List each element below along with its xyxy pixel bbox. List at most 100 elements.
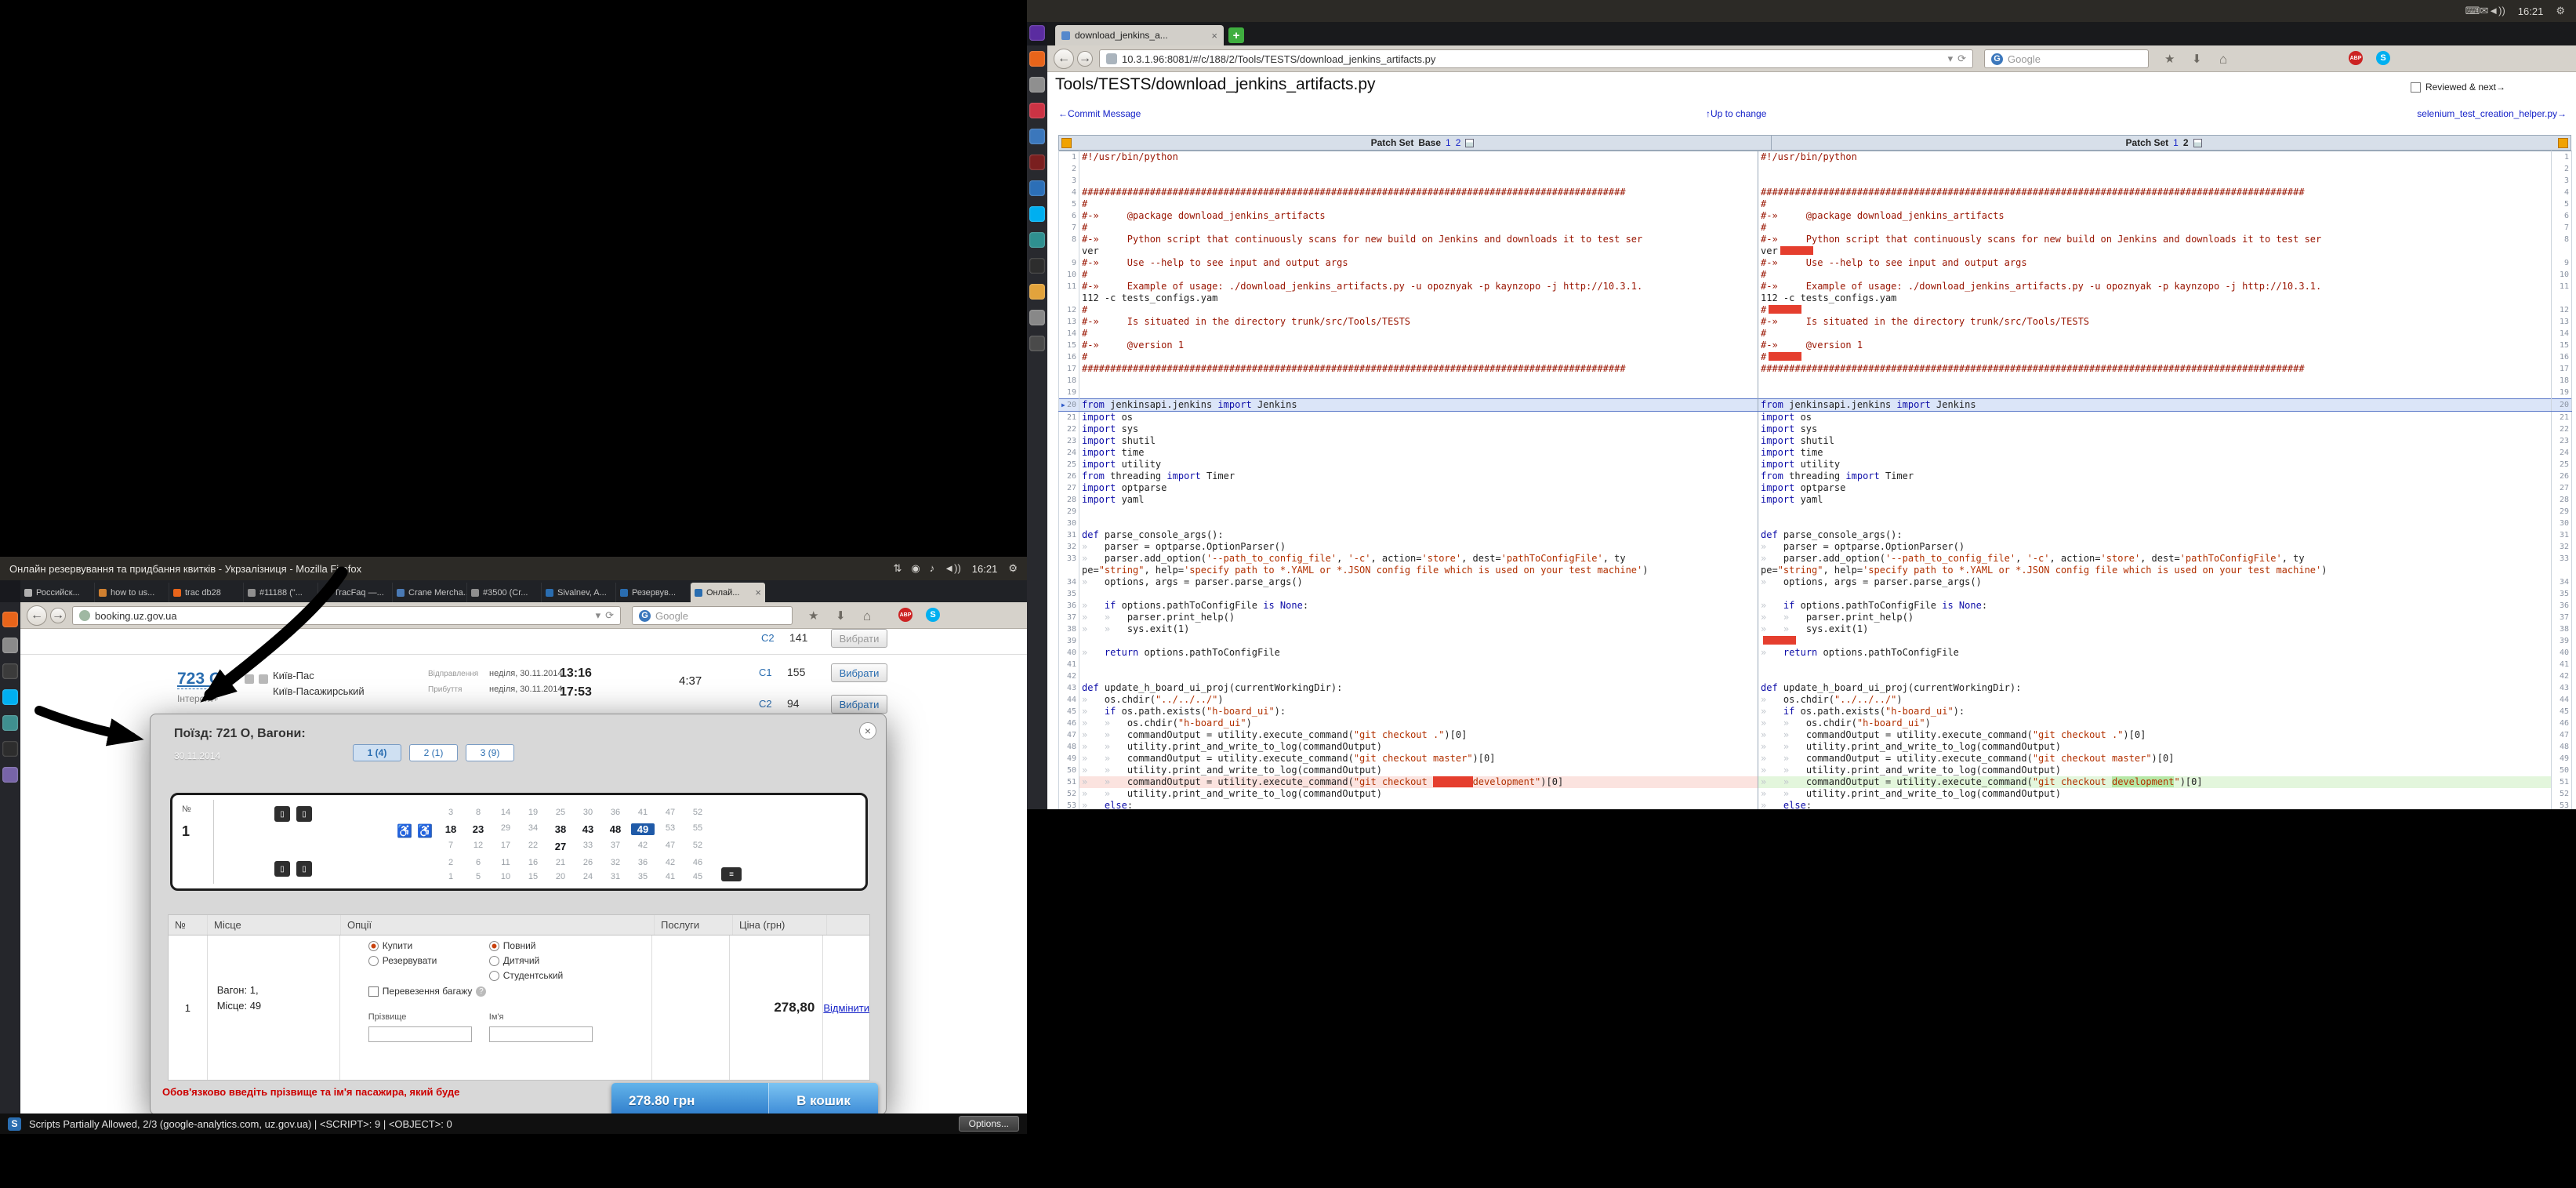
tab-9[interactable]: Резервув... [616, 583, 691, 602]
line-number-left[interactable]: 28 [1059, 494, 1079, 506]
tab-8[interactable]: Sivalnev, A... [542, 583, 616, 602]
tab-5[interactable]: TracFaq —... [318, 583, 393, 602]
wagon-tab-3[interactable]: 3 (9) [466, 744, 514, 761]
line-number-right[interactable]: 14 [2552, 328, 2572, 340]
tariff-option[interactable]: Повний [489, 940, 536, 951]
line-number-left[interactable]: 34 [1059, 576, 1079, 588]
session-menu-icon[interactable]: ⚙ [1008, 562, 1018, 575]
line-number-left[interactable]: 8 [1059, 234, 1079, 245]
tab-10[interactable]: Онлай...× [691, 583, 765, 602]
urlbar-dropdown-icon[interactable]: ▾ [596, 609, 601, 622]
seat-22[interactable]: 22 [521, 841, 545, 850]
adblock-icon[interactable]: ABP [898, 608, 912, 622]
reload-icon[interactable]: ⟳ [605, 609, 614, 622]
line-number-right[interactable]: 20 [2552, 399, 2572, 412]
urlbar-dropdown-icon[interactable]: ▾ [1948, 53, 1954, 65]
seat-34[interactable]: 34 [521, 823, 545, 833]
volume-indicator-icon[interactable]: ◄)) [2488, 5, 2505, 16]
line-number-left[interactable]: 11 [1059, 281, 1079, 292]
back-button[interactable]: ← [27, 605, 47, 626]
line-number-left[interactable]: 38 [1059, 623, 1079, 635]
line-number-left[interactable]: 9 [1059, 257, 1079, 269]
forward-button[interactable]: → [50, 608, 66, 623]
line-number-right[interactable]: 12 [2552, 304, 2572, 316]
network-indicator-icon[interactable]: ⇅ [894, 562, 902, 575]
seat-49[interactable]: 49 [631, 823, 655, 835]
seat-35[interactable]: 35 [631, 872, 655, 881]
tab-download-jenkins[interactable]: download_jenkins_a... × [1055, 25, 1224, 45]
tab-close-icon[interactable]: × [755, 587, 761, 598]
wagon-tab-2[interactable]: 2 (1) [409, 744, 458, 761]
url-bar[interactable]: booking.uz.gov.ua ▾ ⟳ [72, 606, 621, 625]
seat-24[interactable]: 24 [576, 872, 600, 881]
launcher-icon-5[interactable] [1029, 129, 1045, 144]
tab-1[interactable]: Российск... [20, 583, 95, 602]
line-number-right[interactable]: 40 [2552, 647, 2572, 659]
skype-icon[interactable]: S [2376, 51, 2390, 65]
line-number-right[interactable]: 1 [2552, 151, 2572, 164]
seat-41[interactable]: 41 [659, 872, 682, 881]
line-number-right[interactable]: 5 [2552, 198, 2572, 210]
seat-23[interactable]: 23 [466, 823, 490, 835]
line-number-right[interactable]: 29 [2552, 506, 2572, 518]
train-number-link[interactable]: 723 О [177, 670, 222, 689]
launcher-icon-7[interactable] [1029, 180, 1045, 196]
bookmark-star-icon[interactable]: ★ [808, 609, 818, 623]
line-number-left[interactable]: 39 [1059, 635, 1079, 647]
seat-43[interactable]: 43 [576, 823, 600, 835]
line-number-left[interactable] [1059, 292, 1079, 304]
bookmark-star-icon[interactable]: ★ [2164, 52, 2175, 66]
seat-27[interactable]: 27 [549, 841, 572, 852]
line-number-left[interactable] [1059, 245, 1079, 257]
adblock-icon[interactable]: ABP [2349, 51, 2363, 65]
line-number-left[interactable]: 16 [1059, 351, 1079, 363]
line-number-left[interactable]: 47 [1059, 729, 1079, 741]
seat-19[interactable]: 19 [521, 808, 545, 817]
seat-47[interactable]: 47 [659, 808, 682, 817]
seat-7[interactable]: 7 [439, 841, 463, 850]
patch-set-link-2[interactable]: 2 [1456, 137, 1461, 148]
seat-37[interactable]: 37 [604, 841, 627, 850]
line-number-left[interactable]: 48 [1059, 741, 1079, 753]
line-number-left[interactable]: 51 [1059, 776, 1079, 788]
radio-icon[interactable] [368, 956, 379, 966]
line-number-right[interactable]: 19 [2552, 387, 2572, 399]
keyboard-indicator-icon[interactable]: ⌨ [2465, 5, 2480, 16]
seat-18[interactable]: 18 [439, 823, 463, 835]
seat-42[interactable]: 42 [631, 841, 655, 850]
baggage-checkbox[interactable]: Перевезення багажу ? [368, 986, 487, 997]
select-class-button[interactable]: Вибрати [831, 629, 887, 648]
seat-11[interactable]: 11 [494, 858, 517, 867]
patch-set-link-1[interactable]: 1 [2173, 137, 2179, 148]
line-number-right[interactable]: 6 [2552, 210, 2572, 222]
line-number-left[interactable]: 12 [1059, 304, 1079, 316]
noscript-icon[interactable]: S [8, 1117, 21, 1131]
radio-icon[interactable] [489, 956, 499, 966]
line-number-right[interactable]: 2 [2552, 163, 2572, 175]
seat-31[interactable]: 31 [604, 872, 627, 881]
line-number-left[interactable]: 4 [1059, 187, 1079, 198]
line-number-right[interactable]: 47 [2552, 729, 2572, 741]
seat-46[interactable]: 46 [686, 858, 709, 867]
launcher-icon-7[interactable] [2, 767, 18, 783]
line-number-left[interactable]: 31 [1059, 529, 1079, 541]
line-number-right[interactable]: 18 [2552, 375, 2572, 387]
line-number-right[interactable]: 9 [2552, 257, 2572, 269]
seat-12[interactable]: 12 [466, 841, 490, 850]
name-input[interactable] [489, 1026, 593, 1042]
seat-47[interactable]: 47 [659, 841, 682, 850]
line-number-right[interactable]: 7 [2552, 222, 2572, 234]
launcher-icon-6[interactable] [2, 741, 18, 757]
broadcast-indicator-icon[interactable]: ◉ [911, 562, 920, 575]
tab-close-icon[interactable]: × [1211, 30, 1217, 42]
checkbox-icon[interactable] [2411, 82, 2421, 93]
launcher-icon-3[interactable] [1029, 77, 1045, 93]
seat-41[interactable]: 41 [631, 808, 655, 817]
line-number-left[interactable]: 19 [1059, 387, 1079, 399]
seat-17[interactable]: 17 [494, 841, 517, 850]
line-number-left[interactable]: 13 [1059, 316, 1079, 328]
line-number-right[interactable]: 31 [2552, 529, 2572, 541]
seat-32[interactable]: 32 [604, 858, 627, 867]
download-diff-icon[interactable] [1465, 139, 1474, 147]
line-number-right[interactable]: 33 [2552, 553, 2572, 565]
